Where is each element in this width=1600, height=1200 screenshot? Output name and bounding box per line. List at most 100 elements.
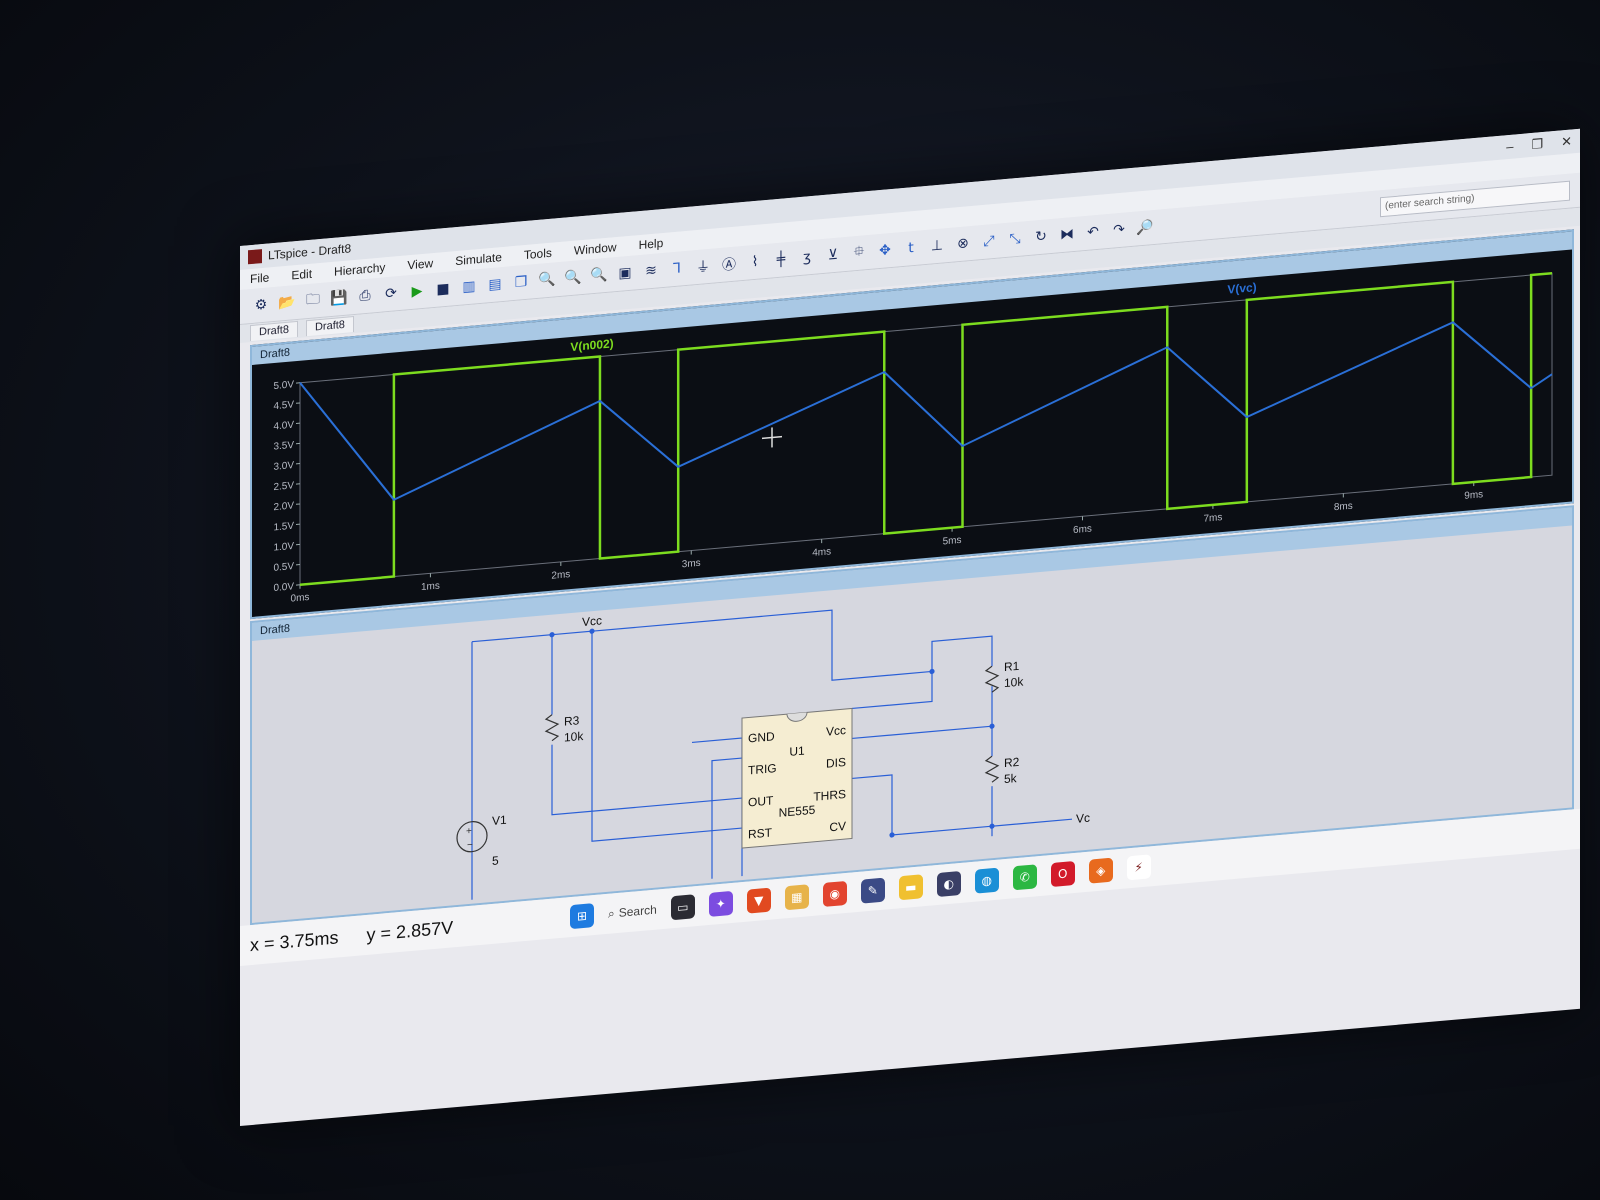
redo-icon[interactable]: ↷ (1108, 218, 1130, 242)
diode-icon[interactable]: ⊻ (822, 243, 844, 267)
rotate-icon[interactable]: ↻ (1030, 225, 1052, 249)
ic-pin-rst: RST (748, 825, 773, 841)
component-icon[interactable]: ⯐ (848, 241, 870, 265)
y-tick-label: 1.5V (273, 521, 294, 534)
r1-value: 10k (1004, 674, 1024, 690)
net-label-vc[interactable]: Vc (1076, 811, 1090, 826)
find-icon[interactable]: 🔎 (1134, 216, 1156, 240)
settings-icon[interactable]: ⚙ (250, 293, 272, 317)
r3-resistor[interactable] (544, 714, 560, 742)
tab-draft8-plot[interactable]: Draft8 (250, 320, 298, 342)
minimize-button[interactable]: – (1506, 139, 1513, 156)
stop-icon[interactable]: ■ (432, 277, 454, 301)
tile-vertical-icon[interactable]: ▥ (458, 275, 480, 299)
firefox-icon[interactable]: ◈ (1088, 857, 1113, 884)
maximize-button[interactable]: ❐ (1531, 136, 1543, 153)
folder-icon[interactable]: ▬ (898, 874, 923, 901)
ltspice-icon[interactable]: ⚡ (1126, 854, 1151, 881)
inductor-icon[interactable]: ʒ (796, 245, 818, 269)
r1-ref: R1 (1004, 659, 1020, 674)
y-tick-label: 2.0V (273, 500, 294, 513)
media-icon[interactable]: ◐ (936, 870, 961, 898)
windows-start-icon[interactable]: ⊞ (570, 903, 594, 930)
zoom-area-icon[interactable]: ▣ (614, 261, 636, 285)
chrome-icon[interactable]: ◉ (822, 880, 847, 908)
v1-ref: V1 (492, 813, 507, 828)
menu-simulate[interactable]: Simulate (455, 250, 502, 268)
menu-tools[interactable]: Tools (524, 246, 552, 262)
files-icon[interactable]: ▦ (784, 884, 809, 911)
opera-icon[interactable]: O (1050, 860, 1075, 888)
notepad-icon[interactable]: ✎ (860, 877, 885, 904)
window-controls: – ❐ ✕ (1506, 133, 1572, 155)
run-icon[interactable]: ▶ (406, 280, 428, 304)
sync-icon[interactable]: ⟳ (380, 282, 402, 306)
taskbar-search[interactable]: ⌕ Search (608, 902, 657, 921)
brave-icon[interactable]: ▼ (746, 887, 771, 914)
ic-pin-trig: TRIG (748, 761, 777, 777)
r2-value: 5k (1004, 771, 1018, 786)
x-tick-label: 5ms (943, 535, 962, 548)
y-tick-label: 2.5V (273, 480, 294, 493)
text-icon[interactable]: t (900, 236, 922, 260)
y-tick-label: 0.0V (273, 581, 294, 594)
menu-window[interactable]: Window (574, 240, 617, 258)
delete-icon[interactable]: ⊗ (952, 232, 974, 256)
undo-icon[interactable]: ↶ (1082, 220, 1104, 244)
drag-icon[interactable]: ⤡ (1004, 227, 1026, 251)
move-icon[interactable]: ✥ (874, 239, 896, 263)
x-tick-label: 0ms (291, 592, 310, 605)
ground-icon[interactable]: ⏚ (692, 255, 714, 279)
ic-pin-dis: DIS (826, 755, 846, 771)
capacitor-icon[interactable]: ╪ (770, 248, 792, 272)
y-tick-label: 1.0V (273, 541, 294, 554)
svg-text:−: − (467, 840, 473, 852)
y-tick-label: 0.5V (273, 561, 294, 574)
open-folder-icon[interactable]: 🗀 (302, 289, 324, 313)
copilot-icon[interactable]: ✦ (708, 890, 733, 917)
r2-resistor[interactable] (984, 755, 1000, 783)
menu-help[interactable]: Help (639, 236, 664, 252)
menu-view[interactable]: View (407, 256, 433, 272)
trace-label-vn002[interactable]: V(n002) (570, 336, 613, 354)
duplicate-icon[interactable]: ⤢ (978, 230, 1000, 254)
ic-ref: U1 (789, 744, 805, 759)
trace-label-vvc[interactable]: V(vc) (1227, 280, 1256, 297)
terminal-icon[interactable]: ▭ (670, 894, 695, 921)
label-icon[interactable]: Ⓐ (718, 252, 740, 276)
autorange-icon[interactable]: ≋ (640, 259, 662, 283)
resistor-icon[interactable]: ⌇ (744, 250, 766, 274)
ic-pin-thrs: THRS (813, 787, 846, 804)
cascade-icon[interactable]: ❐ (510, 270, 532, 294)
x-tick-label: 9ms (1464, 489, 1483, 502)
menu-edit[interactable]: Edit (291, 267, 312, 283)
edge-icon[interactable]: ◍ (974, 867, 999, 894)
menu-file[interactable]: File (250, 270, 269, 286)
wire-icon[interactable]: ⅂ (666, 257, 688, 281)
x-tick-label: 2ms (551, 569, 570, 582)
ic-pin-cv: CV (829, 819, 846, 834)
ic-pin-out: OUT (748, 793, 774, 809)
y-tick-label: 3.5V (273, 440, 294, 453)
whatsapp-icon[interactable]: ✆ (1012, 864, 1037, 891)
spice-directive-icon[interactable]: ⊥ (926, 234, 948, 258)
zoom-in-icon[interactable]: 🔍 (536, 268, 558, 292)
y-tick-label: 5.0V (273, 379, 294, 392)
zoom-out-icon[interactable]: 🔍 (562, 266, 584, 290)
tile-horizontal-icon[interactable]: ▤ (484, 273, 506, 297)
menu-hierarchy[interactable]: Hierarchy (334, 260, 385, 278)
save-icon[interactable]: 💾 (328, 286, 350, 310)
tab-draft8-schematic[interactable]: Draft8 (305, 316, 354, 337)
crosshair-cursor (762, 427, 782, 448)
net-label-vcc[interactable]: Vcc (582, 613, 602, 629)
open-icon[interactable]: 📂 (276, 291, 298, 315)
ic-pin-gnd: GND (748, 729, 775, 745)
r2-ref: R2 (1004, 755, 1020, 770)
x-tick-label: 6ms (1073, 523, 1092, 536)
app-logo-icon (248, 249, 262, 265)
print-icon[interactable]: ⎙ (354, 284, 376, 308)
zoom-fit-icon[interactable]: 🔍 (588, 264, 610, 288)
ic-pin-vcc: Vcc (826, 723, 846, 739)
close-button[interactable]: ✕ (1561, 133, 1572, 150)
mirror-icon[interactable]: ⧓ (1056, 223, 1078, 247)
